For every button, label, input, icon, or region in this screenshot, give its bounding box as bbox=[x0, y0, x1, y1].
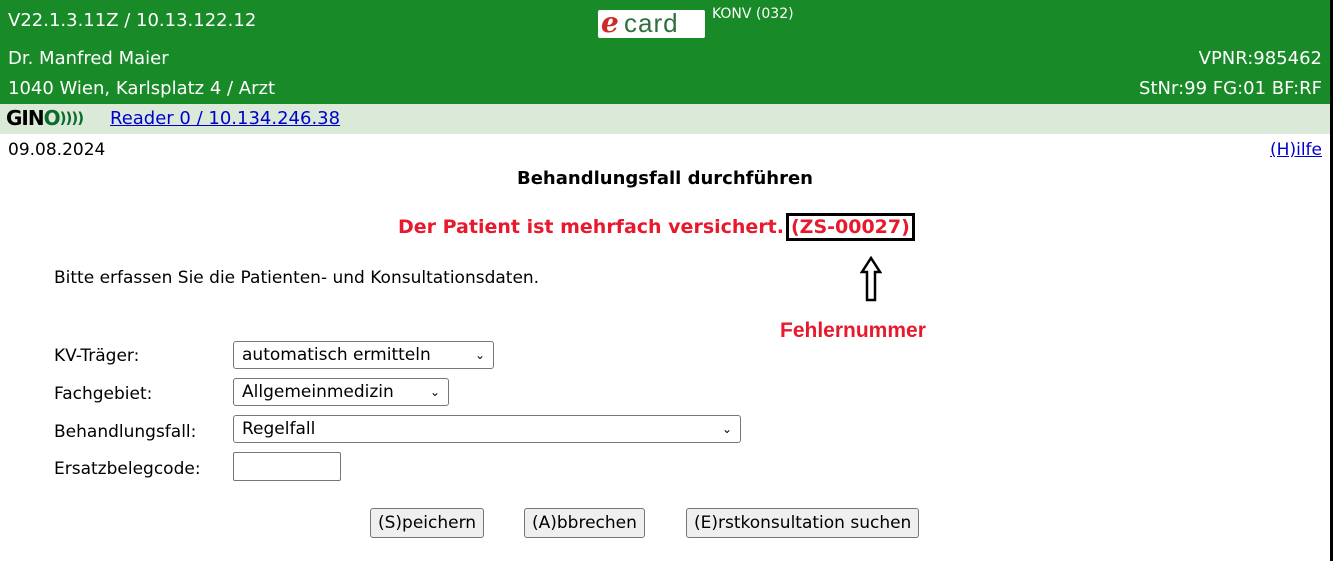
header-row-doctor: Dr. Manfred Maier VPNR:985462 bbox=[8, 46, 1322, 72]
current-date: 09.08.2024 bbox=[8, 140, 106, 160]
page-title: Behandlungsfall durchführen bbox=[517, 168, 813, 189]
date-bar: 09.08.2024 (H)ilfe bbox=[0, 136, 1330, 166]
reader-bar: GINO)))) Reader 0 / 10.134.246.38 bbox=[0, 104, 1330, 136]
error-code: (ZS-00027) bbox=[785, 213, 915, 241]
fachgebiet-label: Fachgebiet: bbox=[54, 384, 153, 404]
error-text: Der Patient ist mehrfach versichert. bbox=[398, 216, 784, 238]
konv-label: KONV (032) bbox=[712, 6, 794, 22]
chevron-down-icon: ⌄ bbox=[721, 422, 732, 436]
kv-traeger-select[interactable]: automatisch ermitteln ⌄ bbox=[233, 341, 494, 369]
chevron-down-icon: ⌄ bbox=[474, 348, 485, 362]
version-ip: V22.1.3.11Z / 10.13.122.12 bbox=[8, 10, 257, 31]
behandlungsfall-select[interactable]: Regelfall ⌄ bbox=[233, 415, 741, 443]
doctor-name: Dr. Manfred Maier bbox=[8, 48, 169, 69]
behandlungsfall-label: Behandlungsfall: bbox=[54, 422, 197, 442]
arrow-up-icon bbox=[860, 256, 882, 302]
instruction-text: Bitte erfassen Sie die Patienten- und Ko… bbox=[54, 268, 540, 288]
kv-traeger-label: KV-Träger: bbox=[54, 346, 140, 366]
search-first-consultation-button[interactable]: (E)rstkonsultation suchen bbox=[686, 508, 920, 538]
cancel-button[interactable]: (A)bbrechen bbox=[524, 508, 645, 538]
header-row-address: 1040 Wien, Karlsplatz 4 / Arzt StNr:99 F… bbox=[8, 76, 1322, 102]
annotation-label: Fehlernummer bbox=[780, 319, 926, 342]
error-message: Der Patient ist mehrfach versichert. (ZS-… bbox=[398, 213, 915, 241]
gino-logo: GINO)))) bbox=[6, 106, 84, 130]
fachgebiet-select[interactable]: Allgemeinmedizin ⌄ bbox=[233, 378, 449, 406]
doctor-address: 1040 Wien, Karlsplatz 4 / Arzt bbox=[8, 78, 276, 99]
chevron-down-icon: ⌄ bbox=[429, 385, 440, 399]
ersatzbelegcode-label: Ersatzbelegcode: bbox=[54, 459, 201, 479]
vpnr: VPNR:985462 bbox=[1198, 48, 1322, 69]
ecard-logo: e card bbox=[598, 6, 705, 39]
app-header: V22.1.3.11Z / 10.13.122.12 e card KONV (… bbox=[0, 0, 1330, 104]
help-link[interactable]: (H)ilfe bbox=[1270, 140, 1322, 160]
save-button[interactable]: (S)peichern bbox=[370, 508, 485, 538]
reader-link[interactable]: Reader 0 / 10.134.246.38 bbox=[110, 108, 340, 129]
station-info: StNr:99 FG:01 BF:RF bbox=[1139, 78, 1322, 99]
ersatzbelegcode-input[interactable] bbox=[233, 452, 341, 481]
